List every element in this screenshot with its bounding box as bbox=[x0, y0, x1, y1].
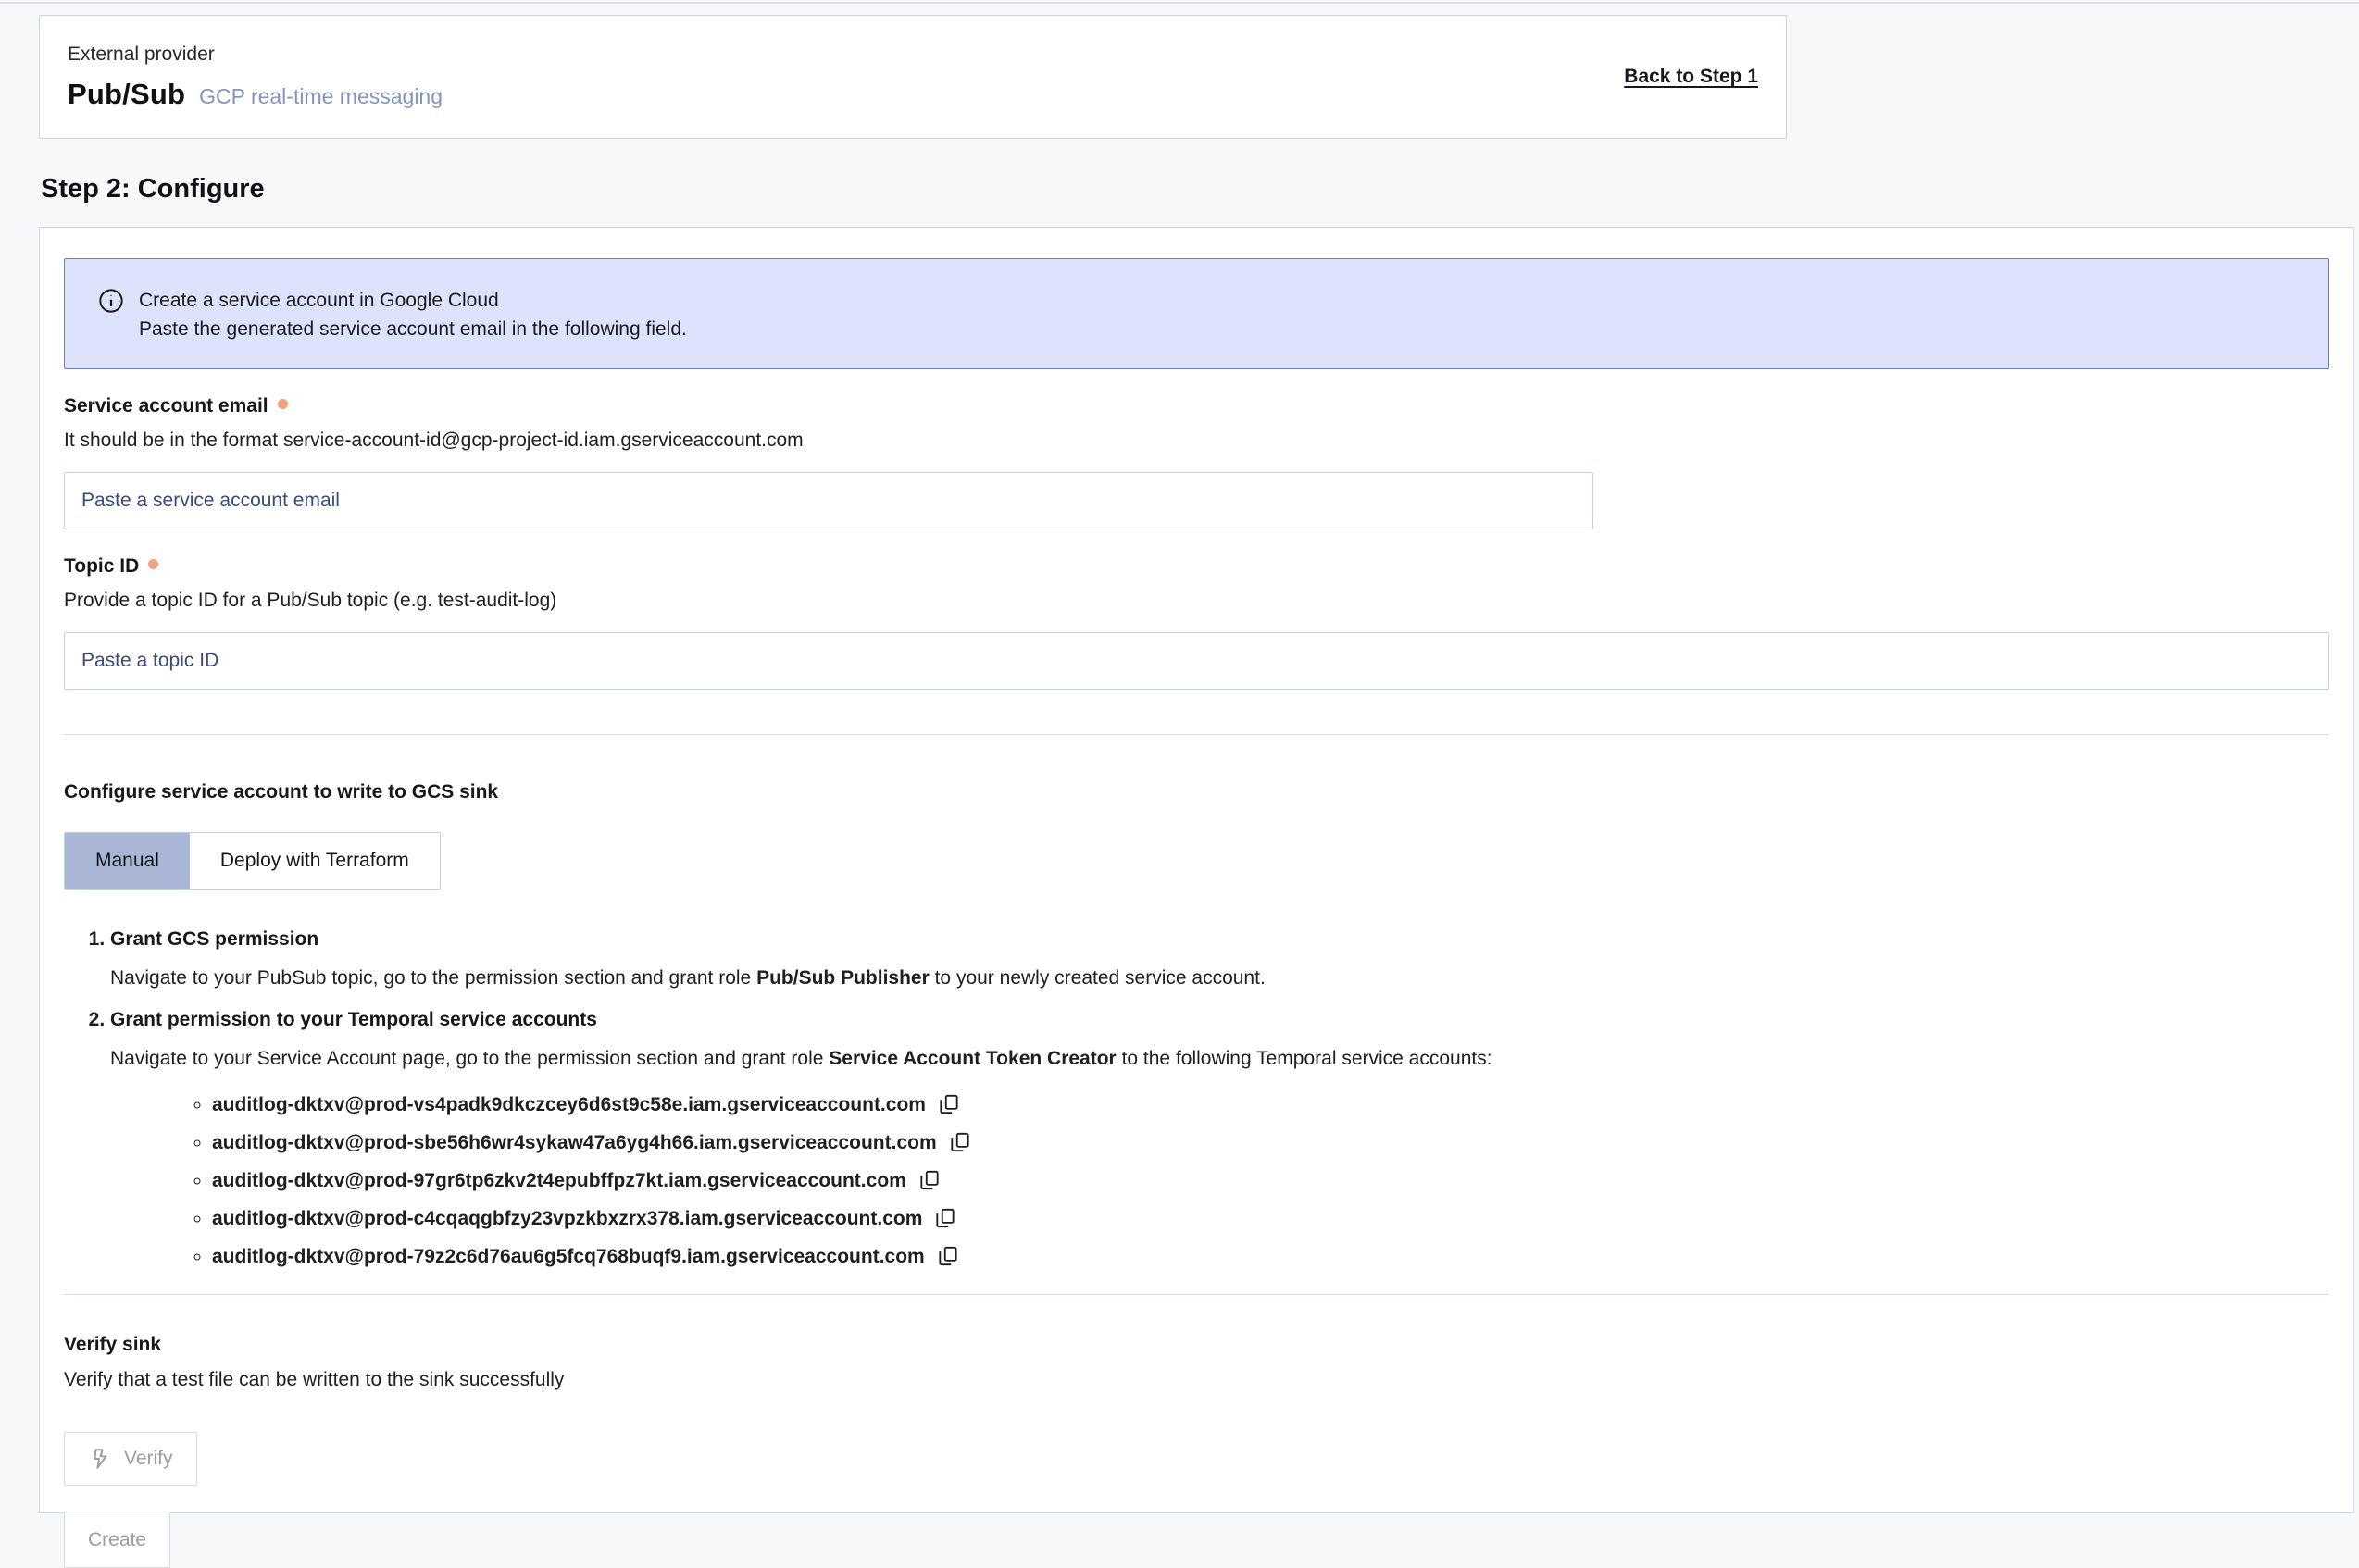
configure-tabs: Manual Deploy with Terraform bbox=[64, 832, 441, 890]
page-title: Step 2: Configure bbox=[41, 174, 2359, 205]
provider-name: Pub/Sub bbox=[68, 78, 185, 111]
info-banner-text: Create a service account in Google Cloud… bbox=[139, 286, 687, 368]
required-dot bbox=[148, 559, 158, 569]
step-body-text: Navigate to your Service Account page, g… bbox=[110, 1048, 829, 1069]
configure-card: Create a service account in Google Cloud… bbox=[39, 227, 2354, 1513]
list-item: auditlog-dktxv@prod-79z2c6d76au6g5fcq768… bbox=[212, 1244, 2329, 1268]
required-dot bbox=[278, 399, 288, 409]
tab-deploy-with-terraform[interactable]: Deploy with Terraform bbox=[190, 833, 440, 889]
copy-icon[interactable] bbox=[933, 1206, 957, 1230]
provider-eyebrow: External provider bbox=[68, 44, 443, 66]
info-banner-title: Create a service account in Google Cloud bbox=[139, 286, 687, 315]
copy-icon[interactable] bbox=[937, 1092, 961, 1116]
tab-manual[interactable]: Manual bbox=[65, 833, 190, 889]
topic-id-label: Topic ID bbox=[64, 555, 139, 578]
zap-icon bbox=[88, 1447, 112, 1471]
service-account-email: auditlog-dktxv@prod-vs4padk9dkczcey6d6st… bbox=[212, 1094, 926, 1115]
provider-tagline: GCP real-time messaging bbox=[199, 84, 443, 109]
step-title: Grant GCS permission bbox=[110, 928, 2329, 951]
section-divider bbox=[64, 1294, 2329, 1295]
topic-id-input[interactable] bbox=[64, 632, 2329, 690]
list-item: auditlog-dktxv@prod-97gr6tp6zkv2t4epubff… bbox=[212, 1168, 2329, 1192]
step-body-role: Pub/Sub Publisher bbox=[756, 967, 930, 989]
topic-id-helper: Provide a topic ID for a Pub/Sub topic (… bbox=[64, 590, 2329, 612]
back-to-step-1-link[interactable]: Back to Step 1 bbox=[1624, 66, 1758, 88]
step-body-text: Navigate to your PubSub topic, go to the… bbox=[110, 967, 756, 989]
service-account-email: auditlog-dktxv@prod-97gr6tp6zkv2t4epubff… bbox=[212, 1170, 906, 1191]
instruction-step: Grant permission to your Temporal servic… bbox=[110, 1009, 2329, 1268]
list-item: auditlog-dktxv@prod-c4cqaqgbfzy23vpzkbxz… bbox=[212, 1206, 2329, 1230]
instruction-steps: Grant GCS permission Navigate to your Pu… bbox=[64, 928, 2329, 1268]
service-account-email-label: Service account email bbox=[64, 395, 268, 417]
provider-card: External provider Pub/Sub GCP real-time … bbox=[39, 15, 1787, 139]
verify-button[interactable]: Verify bbox=[64, 1432, 197, 1486]
provider-info: External provider Pub/Sub GCP real-time … bbox=[68, 44, 443, 111]
service-account-email: auditlog-dktxv@prod-sbe56h6wr4sykaw47a6y… bbox=[212, 1132, 937, 1153]
step-title: Grant permission to your Temporal servic… bbox=[110, 1009, 2329, 1031]
create-button[interactable]: Create bbox=[64, 1512, 170, 1568]
page-top-divider bbox=[0, 2, 2359, 4]
service-account-list: auditlog-dktxv@prod-vs4padk9dkczcey6d6st… bbox=[110, 1092, 2329, 1268]
copy-icon[interactable] bbox=[917, 1168, 942, 1192]
service-account-email: auditlog-dktxv@prod-c4cqaqgbfzy23vpzkbxz… bbox=[212, 1208, 922, 1229]
verify-button-label: Verify bbox=[124, 1448, 173, 1470]
instruction-step: Grant GCS permission Navigate to your Pu… bbox=[110, 928, 2329, 992]
list-item: auditlog-dktxv@prod-vs4padk9dkczcey6d6st… bbox=[212, 1092, 2329, 1116]
step-body-text: to the following Temporal service accoun… bbox=[1117, 1048, 1492, 1069]
step-body: Navigate to your Service Account page, g… bbox=[110, 1045, 2329, 1073]
verify-sink-heading: Verify sink bbox=[64, 1334, 2329, 1356]
configure-section-heading: Configure service account to write to GC… bbox=[64, 781, 2329, 803]
step-body-text: to your newly created service account. bbox=[930, 967, 1266, 989]
step-body: Navigate to your PubSub topic, go to the… bbox=[110, 964, 2329, 992]
step-body-role: Service Account Token Creator bbox=[829, 1048, 1116, 1069]
service-account-email: auditlog-dktxv@prod-79z2c6d76au6g5fcq768… bbox=[212, 1246, 925, 1267]
list-item: auditlog-dktxv@prod-sbe56h6wr4sykaw47a6y… bbox=[212, 1130, 2329, 1154]
service-account-email-input[interactable] bbox=[64, 472, 1593, 529]
info-banner-subtitle: Paste the generated service account emai… bbox=[139, 315, 687, 343]
service-account-email-field-group: Service account email It should be in th… bbox=[64, 395, 2329, 529]
topic-id-field-group: Topic ID Provide a topic ID for a Pub/Su… bbox=[64, 555, 2329, 690]
copy-icon[interactable] bbox=[948, 1130, 972, 1154]
verify-sink-subtitle: Verify that a test file can be written t… bbox=[64, 1369, 2329, 1391]
service-account-email-helper: It should be in the format service-accou… bbox=[64, 429, 2329, 452]
create-button-label: Create bbox=[88, 1529, 146, 1551]
section-divider bbox=[64, 734, 2329, 735]
copy-icon[interactable] bbox=[936, 1244, 960, 1268]
info-banner: Create a service account in Google Cloud… bbox=[64, 258, 2329, 369]
info-icon bbox=[98, 288, 124, 368]
